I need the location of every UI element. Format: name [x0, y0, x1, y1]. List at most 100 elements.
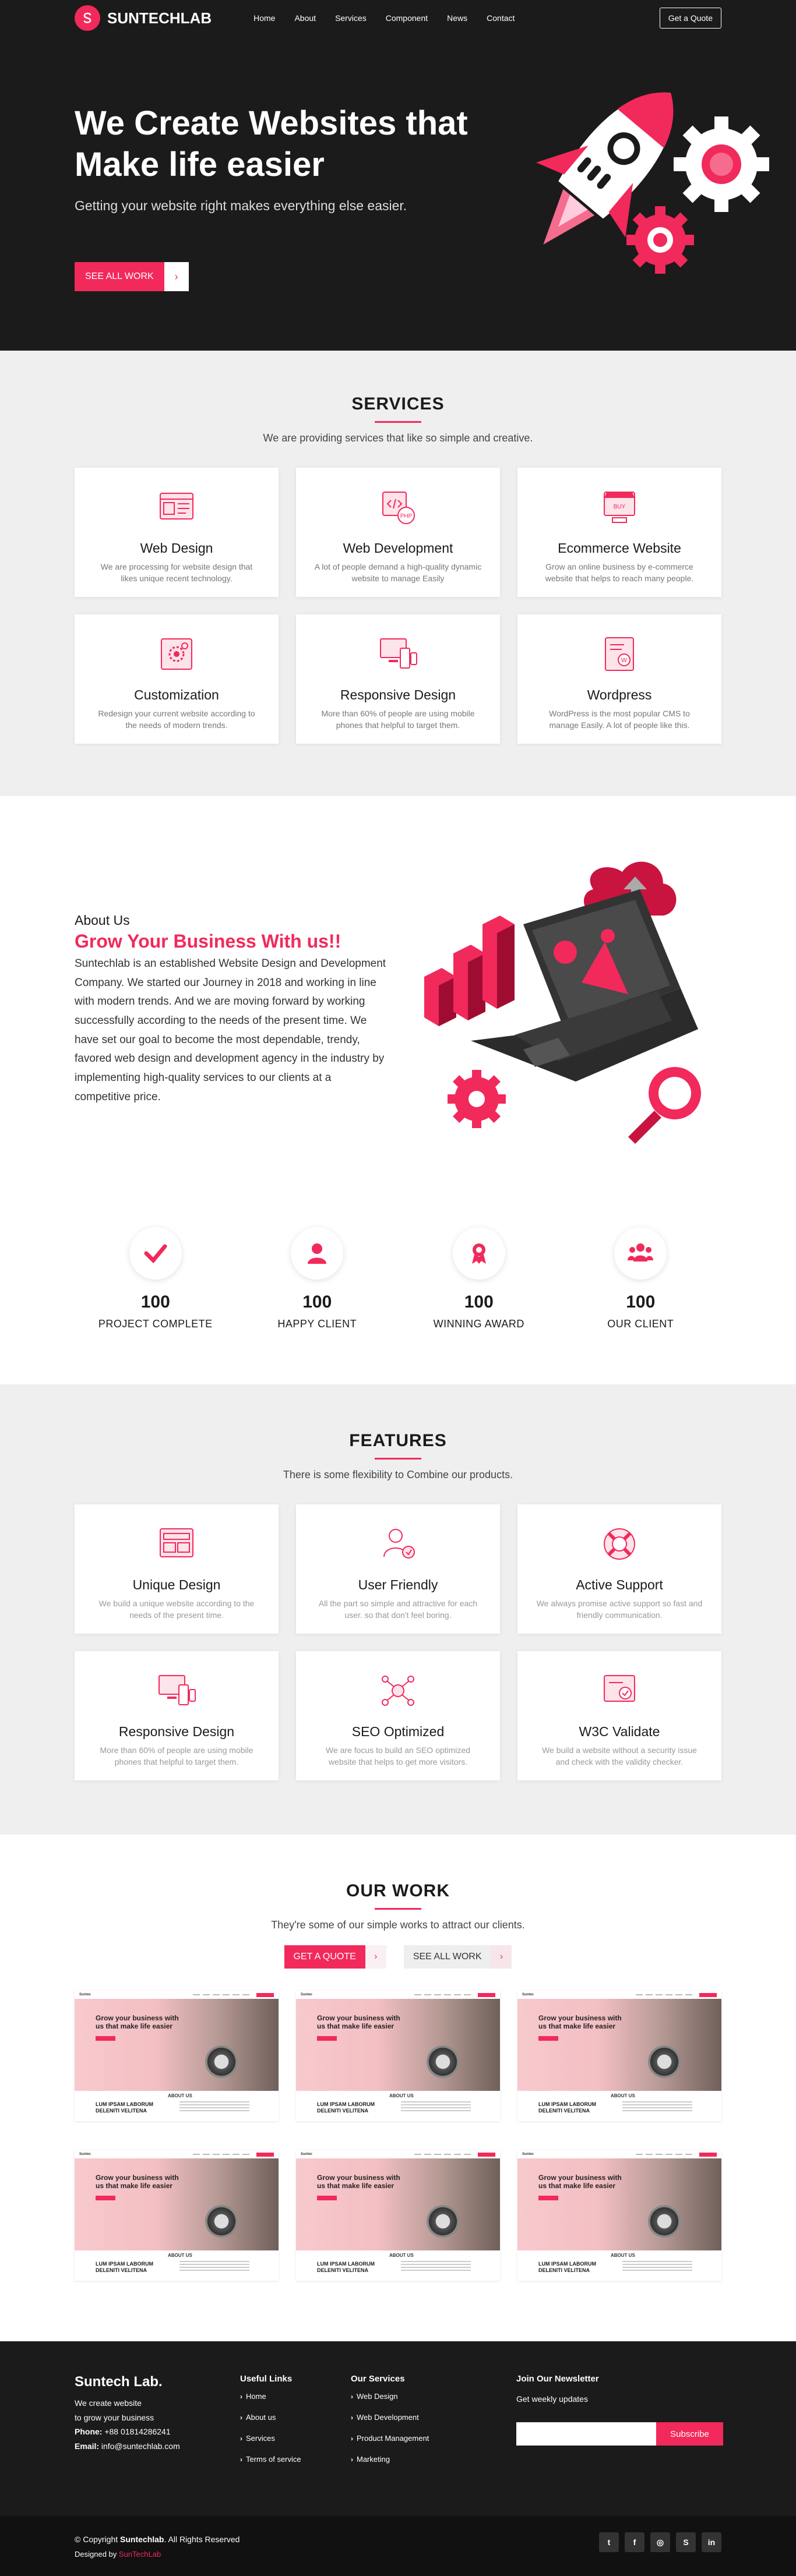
thumb-hero-image: Grow your business with us that make lif…: [517, 1999, 721, 2091]
newsletter-email-input[interactable]: [516, 2422, 656, 2446]
laptop-growth-illustration: [424, 861, 701, 1144]
user-friendly-icon: [383, 1529, 415, 1559]
service-card-web-development[interactable]: PHP Web Development A lot of people dema…: [296, 468, 500, 597]
copyright-post: . All Rights Reserved: [164, 2535, 240, 2544]
feature-text: We build a website without a security is…: [542, 1745, 697, 1767]
footer-service-web-design[interactable]: › Web Design: [351, 2392, 429, 2401]
portfolio-thumbnail[interactable]: Suntec Grow your business with us that ma…: [296, 1991, 500, 2121]
service-card-web-design[interactable]: Web Design We are processing for website…: [75, 468, 279, 597]
footer-link-services[interactable]: › Services: [240, 2434, 301, 2443]
footer-service-product-management[interactable]: › Product Management: [351, 2434, 429, 2443]
thumb-title: LUM IPSAM LABORUM DELENITI VELITENA: [538, 2101, 596, 2114]
footer-link-label: Services: [246, 2434, 275, 2443]
stat-label: WINNING AWARD: [433, 1318, 524, 1330]
nav-link-contact[interactable]: Contact: [487, 13, 515, 23]
svg-text:PHP: PHP: [400, 513, 413, 520]
services-subtitle: We are providing services that like so s…: [263, 432, 533, 444]
thumb-about-label: ABOUT US: [611, 2093, 635, 2098]
thumb-about-label: ABOUT US: [389, 2093, 414, 2098]
thumb-hero-image: Grow your business with us that make lif…: [517, 2158, 721, 2250]
thumb-headline: Grow your business with us that make lif…: [317, 2014, 400, 2031]
footer-link-terms[interactable]: › Terms of service: [240, 2455, 301, 2464]
feature-card-user-friendly[interactable]: User Friendly All the part so simple and…: [296, 1504, 500, 1634]
feature-title: Unique Design: [132, 1577, 221, 1592]
footer-service-marketing[interactable]: › Marketing: [351, 2455, 429, 2464]
thumb-headline: Grow your business with us that make lif…: [538, 2174, 622, 2190]
stats-row: 100 PROJECT COMPLETE 100 HAPPY CLIENT 10…: [75, 1227, 721, 1330]
thumb-text-lines: [179, 2101, 249, 2113]
nav-link-services[interactable]: Services: [335, 13, 367, 23]
chevron-right-icon: ›: [351, 2413, 353, 2422]
feature-card-responsive[interactable]: Responsive Design More than 60% of peopl…: [75, 1651, 279, 1780]
footer-email[interactable]: info@suntechlab.com: [101, 2441, 180, 2451]
footer-service-web-development[interactable]: › Web Development: [351, 2413, 429, 2422]
copyright-bar: © Copyright Suntechlab. All Rights Reser…: [0, 2516, 796, 2576]
designer-link[interactable]: SunTechLab: [119, 2550, 161, 2559]
thumb-navbar: Suntec: [517, 1991, 721, 1999]
thumb-title: LUM IPSAM LABORUM DELENITI VELITENA: [96, 2261, 153, 2273]
stat-value: 100: [464, 1292, 494, 1312]
thumb-hero-image: Grow your business with us that make lif…: [296, 1999, 500, 2091]
subscribe-button[interactable]: Subscribe: [656, 2422, 723, 2446]
see-all-work-button[interactable]: SEE ALL WORK ›: [75, 262, 189, 291]
feature-text: More than 60% of people are using mobile…: [100, 1745, 253, 1767]
see-all-work-button[interactable]: SEE ALL WORK ›: [403, 1945, 512, 1969]
footer-link-home[interactable]: › Home: [240, 2392, 301, 2401]
linkedin-icon[interactable]: in: [702, 2532, 721, 2552]
features-subtitle: There is some flexibility to Combine our…: [283, 1469, 513, 1480]
feature-text: All the part so simple and attractive fo…: [318, 1599, 478, 1620]
footer-tagline: We create website: [75, 2398, 142, 2408]
footer-link-label: About us: [246, 2413, 276, 2422]
brand-logo[interactable]: SUNTECHLAB: [75, 5, 212, 31]
get-quote-button[interactable]: Get a Quote: [659, 8, 721, 29]
service-text: Grow an online business by e-commerce we…: [545, 562, 694, 584]
feature-card-w3c[interactable]: W3C Validate We build a website without …: [517, 1651, 721, 1780]
email-label: Email:: [75, 2441, 100, 2451]
footer-link-about[interactable]: › About us: [240, 2413, 301, 2422]
nav-link-news[interactable]: News: [447, 13, 467, 23]
portfolio-thumbnail[interactable]: Suntec Grow your business with us that ma…: [296, 2150, 500, 2281]
thumb-menu: [193, 2154, 249, 2155]
devices-icon: [159, 1675, 196, 1705]
get-a-quote-button[interactable]: GET A QUOTE ›: [284, 1945, 386, 1969]
instagram-icon[interactable]: ◎: [650, 2532, 670, 2552]
watch-image: [648, 2205, 681, 2238]
portfolio-thumbnail[interactable]: Suntec Grow your business with us that ma…: [517, 1991, 721, 2121]
facebook-icon[interactable]: f: [625, 2532, 644, 2552]
portfolio-thumbnail[interactable]: Suntec Grow your business with us that ma…: [75, 1991, 279, 2121]
footer-link-label: Marketing: [357, 2455, 390, 2464]
thumb-logo: Suntec: [79, 1993, 91, 1997]
hero-title: We Create Websites that Make life easier: [75, 104, 468, 183]
thumb-quote-button: [256, 2152, 274, 2157]
twitter-icon[interactable]: t: [599, 2532, 619, 2552]
phone-label: Phone:: [75, 2427, 103, 2436]
thumb-text-lines: [401, 2101, 471, 2113]
nav-link-about[interactable]: About: [294, 13, 316, 23]
feature-card-active-support[interactable]: Active Support We always promise active …: [517, 1504, 721, 1634]
stat-value: 100: [302, 1292, 332, 1312]
thumb-about: ABOUT US LUM IPSAM LABORUM DELENITI VELIT…: [296, 2091, 500, 2121]
thumb-title: LUM IPSAM LABORUM DELENITI VELITENA: [317, 2261, 375, 2273]
thumb-text-lines: [622, 2101, 692, 2113]
nav-link-component[interactable]: Component: [386, 13, 428, 23]
feature-card-seo[interactable]: SEO Optimized We are focus to build an S…: [296, 1651, 500, 1780]
chevron-right-icon: ›: [351, 2455, 353, 2464]
feature-card-unique-design[interactable]: Unique Design We build a unique website …: [75, 1504, 279, 1634]
thumb-title: LUM IPSAM LABORUM DELENITI VELITENA: [96, 2101, 153, 2114]
newsletter-text: Get weekly updates: [516, 2394, 588, 2404]
thumb-quote-button: [699, 1992, 717, 1997]
service-card-customization[interactable]: Customization Redesign your current webs…: [75, 614, 279, 744]
nav-link-home[interactable]: Home: [253, 13, 275, 23]
footer-brand: Suntech Lab.: [75, 2374, 163, 2390]
service-card-ecommerce[interactable]: BUY Ecommerce Website Grow an online bus…: [517, 468, 721, 597]
thumb-quote-button: [478, 2152, 495, 2157]
chevron-right-icon: ›: [240, 2434, 242, 2443]
service-card-wordpress[interactable]: W Wordpress WordPress is the most popula…: [517, 614, 721, 744]
portfolio-thumbnail[interactable]: Suntec Grow your business with us that ma…: [75, 2150, 279, 2281]
service-card-responsive[interactable]: Responsive Design More than 60% of peopl…: [296, 614, 500, 744]
designed-by-text: Designed by SunTechLab: [75, 2550, 161, 2559]
skype-icon[interactable]: S: [676, 2532, 696, 2552]
footer-tagline-2: to grow your business: [75, 2412, 154, 2422]
portfolio-thumbnail[interactable]: Suntec Grow your business with us that ma…: [517, 2150, 721, 2281]
thumb-headline: Grow your business with us that make lif…: [96, 2174, 179, 2190]
